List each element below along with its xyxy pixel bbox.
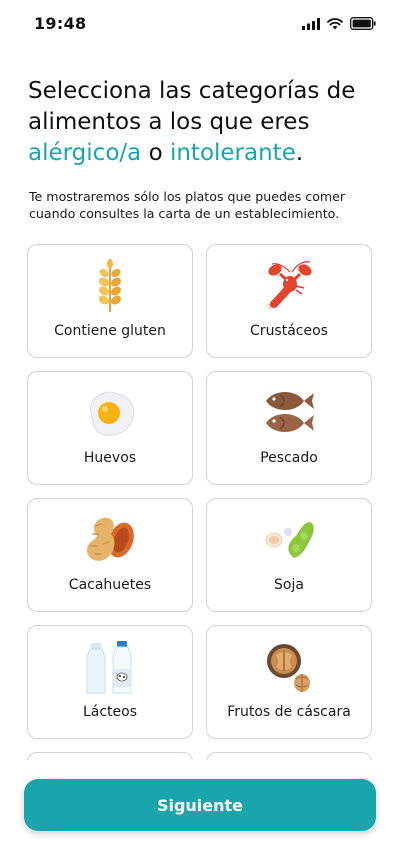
category-card-crustaceans[interactable]: Crustáceos — [206, 244, 372, 358]
category-card-more-1[interactable] — [27, 752, 193, 760]
category-card-peanuts[interactable]: Cacahuetes — [27, 498, 193, 612]
status-icons — [302, 15, 376, 34]
cellular-signal-icon — [302, 15, 320, 34]
fish-icon — [207, 384, 371, 442]
peanut-icon — [28, 511, 192, 569]
category-label-nuts: Frutos de cáscara — [227, 704, 351, 720]
category-card-soy[interactable]: Soja — [206, 498, 372, 612]
category-label-peanuts: Cacahuetes — [68, 577, 152, 593]
title-period: . — [295, 140, 304, 166]
category-card-more-2[interactable] — [206, 752, 372, 760]
next-button[interactable]: Siguiente — [24, 779, 376, 831]
page-subtitle: Te mostraremos sólo los platos que puede… — [29, 189, 346, 221]
wifi-icon — [327, 15, 343, 34]
title-accent-allergic: alérgico/a — [28, 140, 142, 166]
fried-egg-icon — [28, 384, 192, 442]
milk-icon — [28, 638, 192, 696]
category-card-eggs[interactable]: Huevos — [27, 371, 193, 485]
category-label-dairy: Lácteos — [82, 704, 138, 720]
status-bar: 19:48 — [0, 0, 400, 46]
category-card-nuts[interactable]: Frutos de cáscara — [206, 625, 372, 739]
category-label-fish: Pescado — [260, 450, 318, 466]
page-title: Selecciona las categorías de alimentos a… — [28, 76, 378, 169]
category-label-crustaceans: Crustáceos — [250, 323, 328, 339]
category-card-dairy[interactable]: Lácteos — [27, 625, 193, 739]
category-card-gluten[interactable]: Contiene gluten — [27, 244, 193, 358]
status-time: 19:48 — [34, 14, 87, 33]
lobster-icon — [207, 257, 371, 315]
category-label-gluten: Contiene gluten — [54, 323, 166, 339]
category-card-fish[interactable]: Pescado — [206, 371, 372, 485]
category-label-eggs: Huevos — [83, 450, 137, 466]
title-connector: o — [148, 140, 163, 166]
battery-icon — [350, 15, 376, 34]
title-accent-intolerant: intolerante — [169, 140, 296, 166]
soybean-icon — [207, 511, 371, 569]
category-label-soy: Soja — [274, 577, 304, 593]
title-line-2: alimentos a los que eres — [28, 109, 310, 135]
wheat-icon — [28, 257, 192, 315]
walnut-icon — [207, 638, 371, 696]
category-grid: Contiene gluten Crustáceos Huevos Pescad… — [27, 244, 373, 760]
category-list[interactable]: Contiene gluten Crustáceos Huevos Pescad… — [0, 240, 400, 760]
title-line-1: Selecciona las categorías de — [28, 78, 356, 104]
